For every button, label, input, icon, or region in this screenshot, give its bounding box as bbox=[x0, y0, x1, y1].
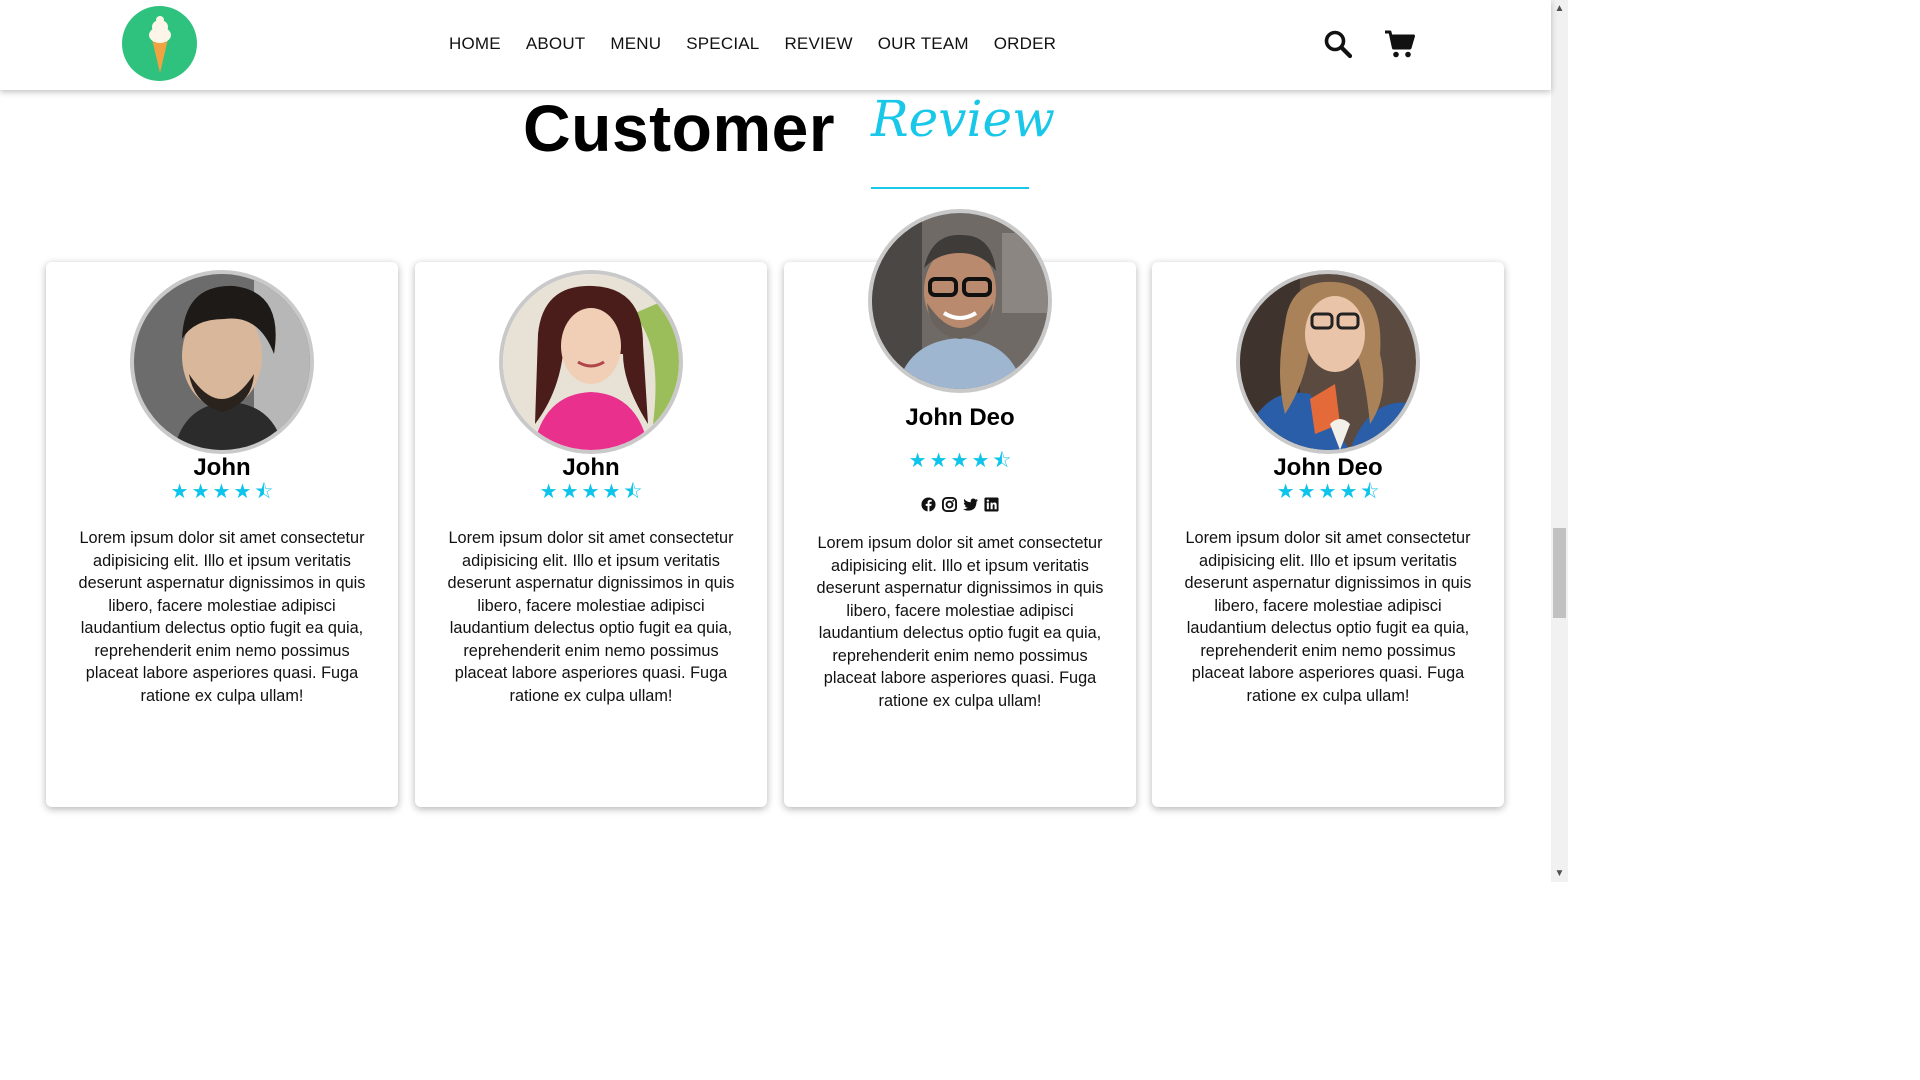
star-icon: ★ bbox=[1297, 481, 1316, 503]
reviewer-name: John Deo bbox=[905, 404, 1015, 431]
star-icon: ★ bbox=[212, 481, 231, 503]
review-card: John ★ ★ ★ ★ ⯪ Lorem ipsum dolor sit ame… bbox=[46, 262, 398, 807]
star-rating: ★ ★ ★ ★ ⯪ bbox=[46, 482, 398, 502]
avatar bbox=[499, 270, 683, 454]
nav-menu[interactable]: MENU bbox=[610, 34, 661, 54]
linkedin-icon[interactable] bbox=[984, 497, 999, 512]
scroll-down-icon[interactable]: ▼ bbox=[1551, 865, 1568, 882]
page-scrollbar[interactable] bbox=[1551, 0, 1568, 882]
instagram-icon[interactable] bbox=[942, 497, 957, 512]
star-half-icon: ⯪ bbox=[1360, 481, 1380, 503]
star-icon: ★ bbox=[560, 481, 579, 503]
facebook-icon[interactable] bbox=[921, 497, 936, 512]
star-icon: ★ bbox=[233, 481, 252, 503]
review-card-featured: John Deo ★ ★ ★ ★ ⯪ Lorem ipsum dolor sit… bbox=[784, 209, 1136, 807]
star-icon: ★ bbox=[950, 450, 969, 472]
star-icon: ★ bbox=[971, 450, 990, 472]
review-text: Lorem ipsum dolor sit amet consectetur a… bbox=[78, 529, 366, 705]
nav-special[interactable]: SPECIAL bbox=[686, 34, 759, 54]
star-icon: ★ bbox=[539, 481, 558, 503]
star-half-icon: ⯪ bbox=[623, 481, 643, 503]
heading-accent: Review bbox=[871, 90, 1055, 148]
nav-about[interactable]: ABOUT bbox=[526, 34, 586, 54]
nav-review[interactable]: REVIEW bbox=[784, 34, 852, 54]
twitter-icon[interactable] bbox=[963, 497, 978, 512]
social-links bbox=[784, 497, 1136, 512]
scrollbar-thumb[interactable] bbox=[1553, 528, 1566, 618]
reviewer-name: John Deo bbox=[1273, 454, 1383, 481]
star-icon: ★ bbox=[602, 481, 621, 503]
star-icon: ★ bbox=[1276, 481, 1295, 503]
heading-underline bbox=[871, 187, 1029, 189]
search-icon[interactable] bbox=[1321, 27, 1355, 61]
review-card: John ★ ★ ★ ★ ⯪ Lorem ipsum dolor sit ame… bbox=[415, 262, 767, 807]
star-rating: ★ ★ ★ ★ ⯪ bbox=[1152, 482, 1504, 502]
main-nav: HOME ABOUT MENU SPECIAL REVIEW OUR TEAM … bbox=[449, 34, 1081, 54]
nav-home[interactable]: HOME bbox=[449, 34, 501, 54]
star-icon: ★ bbox=[581, 481, 600, 503]
review-text: Lorem ipsum dolor sit amet consectetur a… bbox=[1184, 529, 1472, 705]
review-card: John Deo ★ ★ ★ ★ ⯪ Lorem ipsum dolor sit… bbox=[1152, 262, 1504, 807]
nav-order[interactable]: ORDER bbox=[994, 34, 1056, 54]
star-icon: ★ bbox=[170, 481, 189, 503]
reviewer-name: John bbox=[562, 454, 620, 481]
star-rating: ★ ★ ★ ★ ⯪ bbox=[784, 451, 1136, 471]
star-icon: ★ bbox=[1339, 481, 1358, 503]
review-text: Lorem ipsum dolor sit amet consectetur a… bbox=[816, 534, 1104, 710]
site-header: HOME ABOUT MENU SPECIAL REVIEW OUR TEAM … bbox=[0, 0, 1551, 90]
reviewer-name: John bbox=[193, 454, 251, 481]
scroll-up-icon[interactable]: ▲ bbox=[1551, 0, 1568, 17]
star-rating: ★ ★ ★ ★ ⯪ bbox=[415, 482, 767, 502]
star-icon: ★ bbox=[929, 450, 948, 472]
nav-our-team[interactable]: OUR TEAM bbox=[878, 34, 969, 54]
star-half-icon: ⯪ bbox=[254, 481, 274, 503]
heading-main: Customer bbox=[523, 91, 836, 165]
avatar bbox=[130, 270, 314, 454]
star-half-icon: ⯪ bbox=[992, 450, 1012, 472]
avatar bbox=[868, 209, 1052, 393]
avatar bbox=[1236, 270, 1420, 454]
ice-cream-icon[interactable] bbox=[122, 6, 197, 81]
star-icon: ★ bbox=[191, 481, 210, 503]
cart-icon[interactable] bbox=[1383, 27, 1417, 61]
star-icon: ★ bbox=[1318, 481, 1337, 503]
review-text: Lorem ipsum dolor sit amet consectetur a… bbox=[447, 529, 735, 705]
star-icon: ★ bbox=[908, 450, 927, 472]
